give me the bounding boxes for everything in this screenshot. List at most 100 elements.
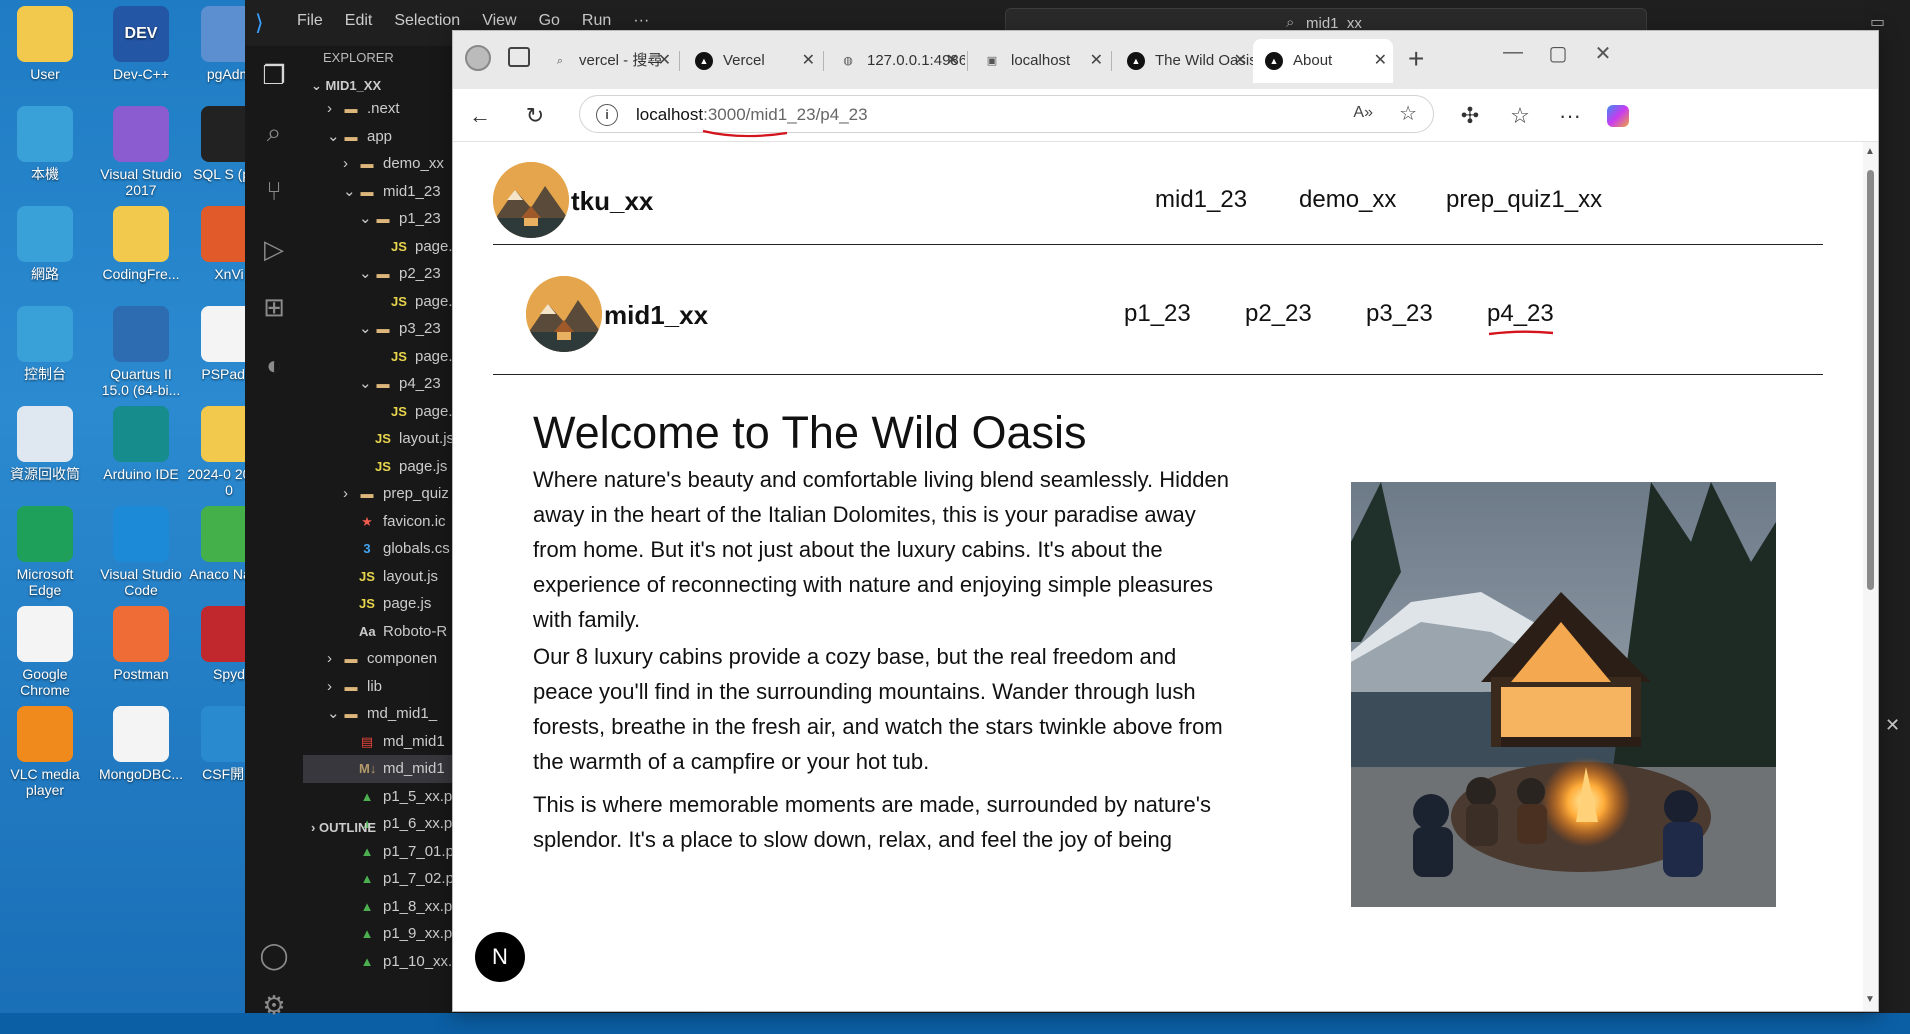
menu-item[interactable]: Edit [345,12,373,30]
desktop-shortcut-label: 本機 [31,166,59,182]
close-tab-icon[interactable]: ✕ [1234,45,1247,77]
desktop-shortcut[interactable]: User [0,6,90,82]
site-brand[interactable]: tku_xx [571,186,653,217]
outline-header[interactable]: › OUTLINE [311,820,376,835]
desktop-shortcut[interactable]: MongoDBC... [96,706,186,782]
browser-tab[interactable]: ▣ localhost ✕ [971,45,1109,77]
search-icon: ⌕ [1286,14,1295,31]
desktop-shortcut-label: 控制台 [24,366,66,382]
desktop-shortcut[interactable]: DEV Dev-C++ [96,6,186,82]
layout-toggle-icon[interactable]: ▭ [1870,12,1885,32]
extensions-icon[interactable]: ⊞ [245,278,303,336]
read-aloud-icon[interactable]: A» [1353,104,1373,122]
desktop-shortcut[interactable]: Visual Studio Code [96,506,186,598]
copilot-icon[interactable] [1601,99,1635,133]
desktop-shortcut[interactable]: Google Chrome [0,606,90,698]
desktop-shortcut[interactable]: Visual Studio 2017 [96,106,186,198]
cabin-photo [1351,482,1776,907]
tree-item-label: p2_23 [399,265,441,282]
tree-item-label: demo_xx [383,155,444,172]
desktop-shortcut[interactable]: Microsoft Edge [0,506,90,598]
browser-tab[interactable]: ▲ The Wild Oasis ✕ [1115,45,1253,77]
desktop-shortcut[interactable]: VLC media player [0,706,90,798]
chevron-right-icon: › [343,155,348,172]
remote-explorer-icon[interactable]: ◐ [245,336,303,394]
source-control-icon[interactable]: ⑂ [245,162,303,220]
desktop-shortcut[interactable]: 控制台 [0,306,90,382]
minimize-icon[interactable]: — [1493,41,1533,64]
site-logo[interactable] [493,162,569,238]
vertical-tabs-icon[interactable] [508,47,530,67]
section-logo[interactable] [526,276,602,352]
nav-link-demo-xx[interactable]: demo_xx [1299,186,1396,214]
folder-file-icon: ▬ [344,678,358,694]
menu-item[interactable]: ··· [633,12,649,30]
close-tab-icon[interactable]: ✕ [658,45,671,77]
tree-item-label: Roboto-R [383,622,448,640]
vercel-icon: ▲ [695,52,713,70]
desktop-shortcut[interactable]: Arduino IDE [96,406,186,482]
favorites-icon[interactable]: ☆ [1503,99,1537,133]
menu-item[interactable]: View [482,12,516,30]
desktop-shortcut[interactable]: Quartus II 15.0 (64-bi... [96,306,186,398]
nextjs-dev-badge[interactable]: N [475,932,525,982]
desktop-shortcut[interactable]: 網路 [0,206,90,282]
browser-tab[interactable]: ◍ 127.0.0.1:4986 ✕ [827,45,965,77]
nav-link-p1-23[interactable]: p1_23 [1124,300,1191,328]
settings-gear-icon[interactable]: ⚙ [245,976,303,1034]
refresh-icon[interactable]: ↻ [518,99,552,133]
favorite-star-icon[interactable]: ☆ [1399,101,1417,126]
new-tab-button[interactable]: + [1408,43,1424,75]
menu-item[interactable]: Selection [394,12,460,30]
section-brand[interactable]: mid1_xx [604,300,708,331]
tree-item-label: p1_6_xx.p [383,815,453,832]
desktop-shortcut[interactable]: Postman [96,606,186,682]
close-tab-icon[interactable]: ✕ [1090,45,1103,77]
menu-item[interactable]: File [297,12,323,30]
scroll-down-icon[interactable]: ▼ [1865,994,1875,1005]
tree-item-label: page.js [383,595,432,612]
desktop-shortcut[interactable]: CodingFre... [96,206,186,282]
site-info-icon[interactable]: i [596,104,618,126]
profile-avatar[interactable] [465,45,491,71]
close-tab-icon[interactable]: ✕ [802,45,815,77]
close-tab-icon[interactable]: ✕ [1374,39,1387,83]
menu-item[interactable]: Go [539,12,560,30]
nav-link-p2-23[interactable]: p2_23 [1245,300,1312,328]
menu-item[interactable]: Run [582,12,611,30]
nav-link-prep-quiz1-xx[interactable]: prep_quiz1_xx [1446,186,1602,214]
nav-link-p3-23[interactable]: p3_23 [1366,300,1433,328]
run-debug-icon[interactable]: ▷ [245,220,303,278]
more-menu-icon[interactable]: ··· [1553,99,1587,133]
maximize-icon[interactable]: ▢ [1538,41,1578,66]
img-file-icon: ▲ [360,953,374,969]
nav-link-mid1-23[interactable]: mid1_23 [1155,186,1247,214]
activity-bar: ❐ ⌕ ⑂ ▷ ⊞ ◐ ◯ ⚙ [245,46,303,1020]
tree-item-label: app [367,127,393,145]
page-scrollbar[interactable]: ▲ ▼ [1863,142,1878,1011]
close-tab-icon[interactable]: ✕ [946,45,959,77]
close-window-icon[interactable]: ✕ [1583,41,1623,66]
project-header[interactable]: ⌄ MID1_XX [311,78,381,94]
scroll-up-icon[interactable]: ▲ [1865,146,1875,157]
nav-link-p4-23[interactable]: p4_23 [1487,300,1554,328]
desktop-shortcut-label: MongoDBC... [98,766,184,782]
devcpp-icon: DEV [113,6,169,62]
desktop-shortcut[interactable]: 資源回收筒 [0,406,90,482]
chevron-right-icon: › [327,650,332,667]
back-arrow-icon[interactable]: ← [463,99,497,133]
browser-tab[interactable]: ▲ Vercel ✕ [683,45,821,77]
extensions-puzzle-icon[interactable]: ✣ [1453,99,1487,133]
tree-item-label: mid1_23 [383,182,441,200]
search-icon[interactable]: ⌕ [245,104,303,162]
explorer-icon[interactable]: ❐ [245,46,303,104]
tab-separator [679,51,680,71]
scrollbar-thumb[interactable] [1867,170,1874,590]
browser-tab[interactable]: ⌕ vercel - 搜尋 ✕ [539,45,677,77]
search-icon: ⌕ [556,55,564,67]
close-panel-icon[interactable]: ✕ [1885,715,1900,736]
desktop-shortcut[interactable]: 本機 [0,106,90,182]
folder-icon [113,206,169,262]
browser-tab[interactable]: ▲ About ✕ [1253,39,1393,83]
visual-studio-icon [113,106,169,162]
